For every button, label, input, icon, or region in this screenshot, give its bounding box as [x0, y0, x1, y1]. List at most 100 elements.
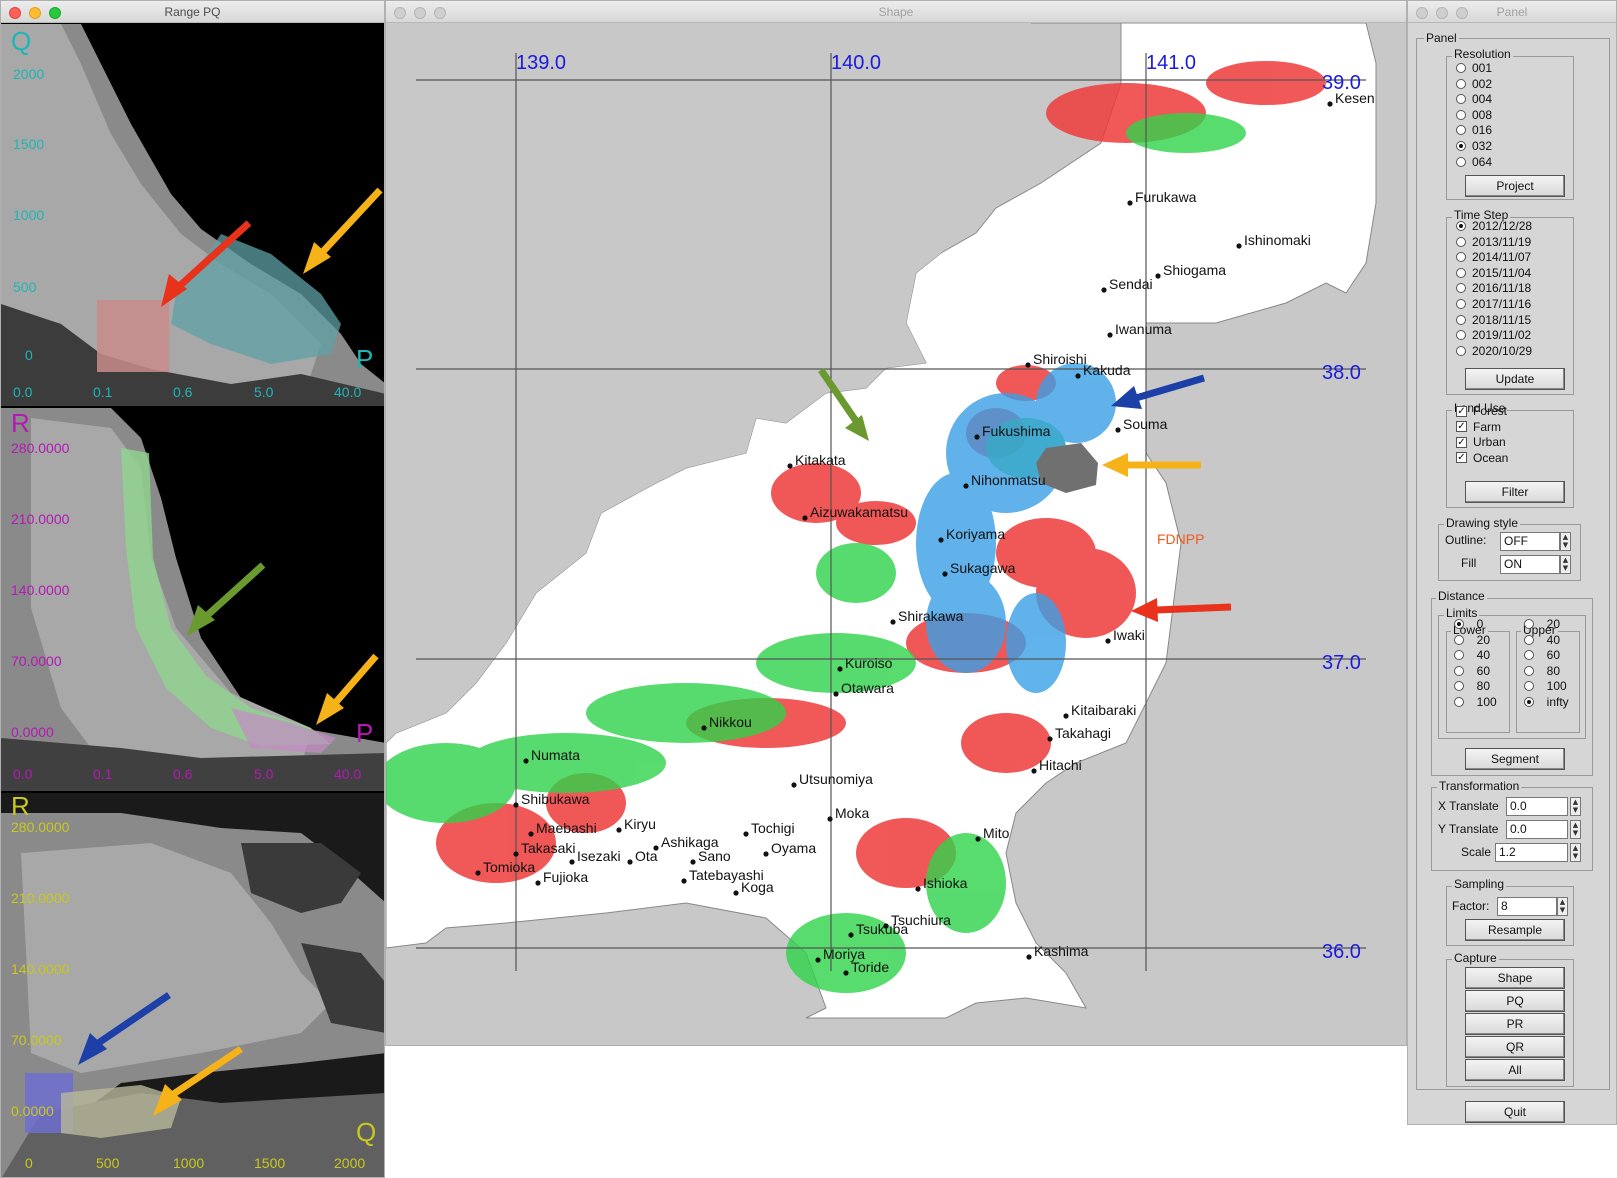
lower-option[interactable]: 0: [1454, 617, 1483, 631]
resolution-option[interactable]: 064: [1456, 155, 1492, 169]
time-step-option[interactable]: 2017/11/16: [1456, 297, 1531, 311]
radio-button[interactable]: [1456, 125, 1466, 136]
x-translate-input[interactable]: 0.0: [1506, 797, 1568, 816]
close-icon[interactable]: [9, 7, 21, 19]
minimize-icon[interactable]: [414, 7, 426, 19]
land-use-option[interactable]: ✓ Forest: [1456, 404, 1507, 418]
radio-button[interactable]: [1456, 299, 1466, 309]
radio-button[interactable]: [1456, 63, 1466, 73]
minimize-icon[interactable]: [29, 7, 41, 19]
radio-button[interactable]: [1456, 78, 1466, 89]
upper-option[interactable]: 80: [1524, 664, 1560, 678]
time-step-option[interactable]: 2016/11/18: [1456, 281, 1531, 295]
upper-option[interactable]: infty: [1524, 695, 1569, 709]
checkbox[interactable]: ✓: [1456, 421, 1467, 433]
resolution-option[interactable]: 004: [1456, 92, 1492, 106]
filter-button[interactable]: Filter: [1465, 481, 1565, 503]
resolution-option[interactable]: 008: [1456, 108, 1492, 122]
capture-all-button[interactable]: All: [1465, 1059, 1565, 1081]
land-use-option[interactable]: ✓ Urban: [1456, 435, 1506, 449]
radio-button[interactable]: [1454, 665, 1464, 676]
radio-button[interactable]: [1524, 619, 1534, 629]
land-use-option[interactable]: ✓ Farm: [1456, 420, 1501, 434]
time-step-option[interactable]: 2020/10/29: [1456, 344, 1532, 358]
land-use-option[interactable]: ✓ Ocean: [1456, 451, 1508, 465]
fill-select-arrows[interactable]: ▲ ▼: [1560, 555, 1571, 574]
upper-option[interactable]: 20: [1524, 617, 1560, 631]
radio-button[interactable]: [1524, 665, 1534, 676]
checkbox[interactable]: ✓: [1456, 436, 1467, 448]
capture-shape-button[interactable]: Shape: [1465, 967, 1565, 989]
lower-option[interactable]: 80: [1454, 679, 1490, 693]
zoom-icon[interactable]: [1456, 7, 1468, 19]
radio-button[interactable]: [1524, 650, 1534, 661]
time-step-option[interactable]: 2019/11/02: [1456, 328, 1531, 342]
resolution-option[interactable]: 002: [1456, 77, 1492, 91]
radio-button[interactable]: [1456, 314, 1466, 325]
outline-select[interactable]: OFF: [1500, 532, 1560, 551]
upper-option[interactable]: 100: [1524, 679, 1567, 693]
lower-option[interactable]: 100: [1454, 695, 1497, 709]
zoom-icon[interactable]: [434, 7, 446, 19]
capture-pq-button[interactable]: PQ: [1465, 990, 1565, 1012]
lower-option[interactable]: 40: [1454, 648, 1490, 662]
radio-button[interactable]: [1456, 109, 1466, 120]
radio-button[interactable]: [1454, 619, 1464, 629]
time-step-option[interactable]: 2013/11/19: [1456, 235, 1531, 249]
checkbox[interactable]: ✓: [1456, 452, 1467, 464]
radio-button[interactable]: [1454, 634, 1464, 645]
fill-select[interactable]: ON: [1500, 555, 1560, 574]
upper-option[interactable]: 60: [1524, 648, 1560, 662]
factor-select-arrows[interactable]: ▲ ▼: [1557, 897, 1568, 916]
radio-button[interactable]: [1524, 681, 1534, 692]
segment-button[interactable]: Segment: [1465, 748, 1565, 770]
time-step-option[interactable]: 2015/11/04: [1456, 266, 1531, 280]
resolution-option[interactable]: 032: [1456, 139, 1492, 153]
x-translate-stepper[interactable]: ▲ ▼: [1570, 797, 1581, 816]
scale-input[interactable]: 1.2: [1495, 843, 1568, 862]
time-step-option[interactable]: 2014/11/07: [1456, 250, 1531, 264]
radio-button[interactable]: [1456, 94, 1466, 105]
resolution-option[interactable]: 016: [1456, 123, 1492, 137]
update-button[interactable]: Update: [1465, 368, 1565, 390]
project-button[interactable]: Project: [1465, 175, 1565, 197]
resolution-option[interactable]: 001: [1456, 61, 1492, 75]
radio-button[interactable]: [1456, 345, 1466, 356]
capture-qr-button[interactable]: QR: [1465, 1036, 1565, 1058]
radio-button[interactable]: [1456, 330, 1466, 341]
radio-button[interactable]: [1456, 236, 1466, 247]
pr-plot[interactable]: R 280.0000 210.0000 140.0000 70.0000 0.0…: [1, 408, 384, 791]
y-translate-input[interactable]: 0.0: [1506, 820, 1568, 839]
radio-button[interactable]: [1456, 252, 1466, 263]
quit-button[interactable]: Quit: [1465, 1101, 1565, 1123]
radio-button[interactable]: [1524, 697, 1534, 707]
radio-button[interactable]: [1456, 156, 1466, 167]
radio-button[interactable]: [1456, 221, 1466, 231]
factor-select[interactable]: 8: [1497, 897, 1557, 916]
time-step-option[interactable]: 2012/12/28: [1456, 219, 1532, 233]
close-icon[interactable]: [1416, 7, 1428, 19]
pq-plot[interactable]: Q 2000 1500 1000 500 0 P 0.0 0.1 0.6 5.0…: [1, 24, 384, 406]
radio-button[interactable]: [1454, 697, 1464, 707]
lower-option[interactable]: 20: [1454, 633, 1490, 647]
lower-option[interactable]: 60: [1454, 664, 1490, 678]
radio-button[interactable]: [1456, 283, 1466, 294]
outline-select-arrows[interactable]: ▲ ▼: [1560, 532, 1571, 551]
scale-stepper[interactable]: ▲ ▼: [1570, 843, 1581, 862]
minimize-icon[interactable]: [1436, 7, 1448, 19]
zoom-icon[interactable]: [49, 7, 61, 19]
map-canvas[interactable]: 139.0 140.0 141.0 39.0 38.0 37.0 36.0 FD…: [386, 23, 1407, 1046]
close-icon[interactable]: [394, 7, 406, 19]
radio-button[interactable]: [1454, 650, 1464, 661]
y-translate-stepper[interactable]: ▲ ▼: [1570, 820, 1581, 839]
capture-pr-button[interactable]: PR: [1465, 1013, 1565, 1035]
radio-button[interactable]: [1456, 141, 1466, 151]
qr-plot[interactable]: R 280.0000 210.0000 140.0000 70.0000 0.0…: [1, 793, 384, 1177]
radio-button[interactable]: [1456, 267, 1466, 278]
resample-button[interactable]: Resample: [1465, 919, 1565, 941]
checkbox[interactable]: ✓: [1456, 405, 1467, 417]
radio-button[interactable]: [1454, 681, 1464, 692]
time-step-option[interactable]: 2018/11/15: [1456, 313, 1531, 327]
upper-option[interactable]: 40: [1524, 633, 1560, 647]
radio-button[interactable]: [1524, 634, 1534, 645]
